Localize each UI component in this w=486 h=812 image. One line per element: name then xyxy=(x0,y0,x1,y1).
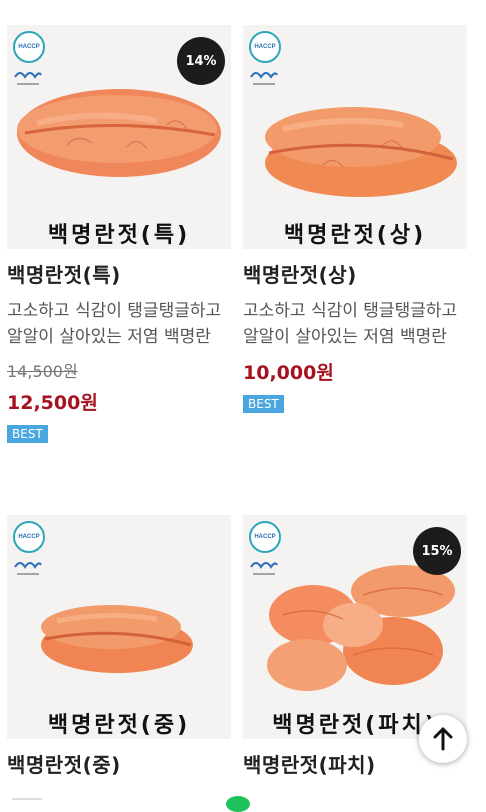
product-image[interactable]: HACCP 백명란젓(상) xyxy=(243,25,467,249)
scroll-top-button[interactable] xyxy=(419,715,467,763)
product-name[interactable]: 백명란젓(중) xyxy=(7,749,231,778)
image-caption: 백명란젓(상) xyxy=(283,223,427,248)
product-card[interactable]: HACCP 백명란젓(상) 백명란젓(상) 고소하고 식감이 탱글탱글하고 알알… xyxy=(243,25,467,413)
product-card[interactable]: HACCP 14% 백명란젓(특) 백명란젓(특) 고소하고 식감이 탱글탱글하… xyxy=(7,25,231,443)
sale-price: 10,000원 xyxy=(243,362,334,384)
sale-price: 12,500원 xyxy=(7,392,98,414)
product-name[interactable]: 백명란젓(상) xyxy=(243,259,467,288)
haccp-icon: HACCP xyxy=(249,521,281,553)
discount-badge: 14% xyxy=(177,37,225,85)
wave-logo-icon xyxy=(250,562,278,575)
wave-logo-icon xyxy=(14,562,42,575)
haccp-icon: HACCP xyxy=(13,521,45,553)
roe-image xyxy=(41,605,193,673)
menu-icon[interactable] xyxy=(12,798,42,800)
product-description: 고소하고 식감이 탱글탱글하고 알알이 살아있는 저염 백명란 xyxy=(243,301,458,347)
product-description: 고소하고 식감이 탱글탱글하고 알알이 살아있는 저염 백명란 xyxy=(7,301,222,347)
product-image[interactable]: HACCP 백명란젓(중) xyxy=(7,515,231,739)
product-image[interactable]: HACCP 15% 백명란젓(파치) xyxy=(243,515,467,739)
bottom-navigation xyxy=(0,794,486,812)
discount-badge: 15% xyxy=(413,527,461,575)
haccp-icon: HACCP xyxy=(249,31,281,63)
chat-icon[interactable] xyxy=(226,796,250,812)
haccp-icon: HACCP xyxy=(13,31,45,63)
product-name[interactable]: 백명란젓(특) xyxy=(7,259,231,288)
image-caption: 백명란젓(중) xyxy=(47,713,191,738)
wave-logo-icon xyxy=(14,72,42,85)
image-caption: 백명란젓(특) xyxy=(47,223,191,248)
best-badge: BEST xyxy=(7,425,48,443)
product-image[interactable]: HACCP 14% 백명란젓(특) xyxy=(7,25,231,249)
roe-image xyxy=(265,107,457,197)
arrow-up-icon xyxy=(433,727,453,751)
product-card[interactable]: HACCP 백명란젓(중) 백명란젓(중) xyxy=(7,515,231,778)
best-badge: BEST xyxy=(243,395,284,413)
wave-logo-icon xyxy=(250,72,278,85)
original-price: 14,500원 xyxy=(7,362,78,381)
